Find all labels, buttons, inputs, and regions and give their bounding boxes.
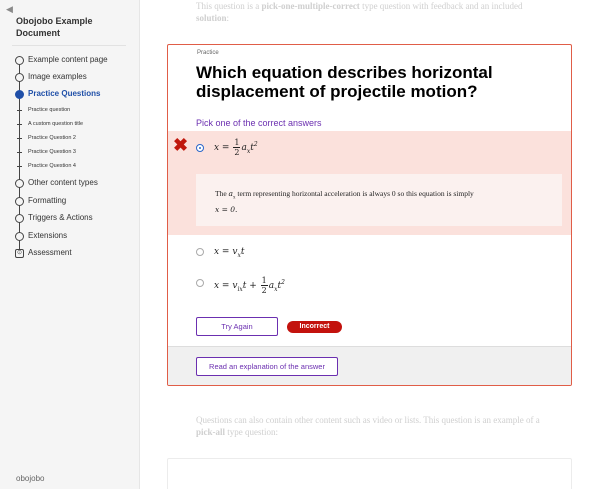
- obojobo-logo: obojobo: [16, 474, 45, 483]
- sidebar-item-label: Extensions: [28, 231, 68, 240]
- question-card: Practice Which equation describes horizo…: [167, 44, 572, 386]
- sidebar-subitem-label: Practice Question 2: [28, 135, 76, 141]
- sidebar-subitem-label: A custom question title: [28, 121, 84, 127]
- answer-feedback: The ax term representing horizontal acce…: [196, 174, 562, 226]
- sidebar-item-label: Image examples: [28, 72, 87, 81]
- feedback-text: The ax term representing horizontal acce…: [215, 189, 474, 214]
- practice-label: Practice: [197, 50, 219, 56]
- sidebar-item-image-examples[interactable]: Image examples: [0, 69, 140, 86]
- sidebar-subitem-label: Practice Question 4: [28, 163, 76, 169]
- sidebar-subitem-custom-question-title[interactable]: A custom question title: [0, 118, 140, 132]
- sidebar-item-label: Triggers & Actions: [28, 213, 93, 222]
- tick-mark: [17, 166, 22, 167]
- circle-icon: [15, 56, 24, 65]
- answer-equation: x = vxt: [214, 247, 245, 259]
- document-title: Obojobo Example Document: [16, 16, 93, 38]
- sidebar-item-label: Assessment: [28, 248, 72, 257]
- sidebar-item-other-content-types[interactable]: Other content types: [0, 175, 140, 192]
- answer-choice-selected[interactable]: ✖ x = 1 2 axt2 The ax term representing ho…: [168, 131, 571, 235]
- next-paragraph: Questions can also contain other content…: [196, 415, 540, 437]
- tick-mark: [17, 124, 22, 125]
- explanation-section: Read an explanation of the answer: [168, 346, 571, 385]
- incorrect-x-icon: ✖: [173, 135, 189, 155]
- circle-icon: [15, 179, 24, 188]
- read-explanation-button[interactable]: Read an explanation of the answer: [196, 357, 338, 376]
- sidebar-item-label: Formatting: [28, 196, 67, 205]
- tick-mark: [17, 152, 22, 153]
- circle-icon: [15, 232, 24, 241]
- circle-icon: [15, 214, 24, 223]
- radio-button-selected[interactable]: [196, 144, 204, 152]
- sidebar-subitem-practice-question-3[interactable]: Practice Question 3: [0, 146, 140, 160]
- answer-equation: x = vixt + 1 2 axt2: [214, 276, 285, 295]
- intro-paragraph: This question is a pick-one-multiple-cor…: [196, 1, 523, 23]
- filled-circle-icon: [15, 90, 24, 99]
- try-again-button[interactable]: Try Again: [196, 317, 278, 336]
- divider: [12, 45, 126, 46]
- radio-button[interactable]: [196, 279, 204, 287]
- sidebar-item-practice-questions[interactable]: Practice Questions: [0, 86, 140, 103]
- circle-icon: [15, 197, 24, 206]
- incorrect-badge: Incorrect: [287, 321, 342, 333]
- sidebar-item-formatting[interactable]: Formatting: [0, 193, 140, 210]
- sidebar-item-label: Example content page: [28, 55, 108, 64]
- sidebar-item-triggers-actions[interactable]: Triggers & Actions: [0, 210, 140, 227]
- question-text: Which equation describes horizontal disp…: [196, 63, 493, 101]
- answer-equation: x = 1 2 axt2: [214, 138, 258, 157]
- assessment-icon: ⊙: [15, 249, 24, 258]
- radio-button[interactable]: [196, 248, 204, 256]
- sidebar-item-assessment[interactable]: ⊙ Assessment: [0, 245, 140, 262]
- sidebar-subitem-label: Practice Question 3: [28, 149, 76, 155]
- sidebar-item-example-content-page[interactable]: Example content page: [0, 52, 140, 69]
- sidebar-subitem-practice-question[interactable]: Practice question: [0, 104, 140, 118]
- sidebar: ◀ Obojobo Example Document Example conte…: [0, 0, 140, 489]
- answer-choice[interactable]: x = vxt: [168, 237, 571, 265]
- sidebar-item-label: Practice Questions: [28, 89, 101, 98]
- next-question-card: [167, 458, 572, 489]
- tick-mark: [17, 138, 22, 139]
- sidebar-item-extensions[interactable]: Extensions: [0, 228, 140, 245]
- sidebar-subitem-practice-question-4[interactable]: Practice Question 4: [0, 160, 140, 174]
- question-instructions: Pick one of the correct answers: [196, 118, 322, 128]
- sidebar-subitem-practice-question-2[interactable]: Practice Question 2: [0, 132, 140, 146]
- sidebar-item-label: Other content types: [28, 178, 98, 187]
- tick-mark: [17, 110, 22, 111]
- collapse-sidebar-icon[interactable]: ◀: [6, 4, 13, 15]
- circle-icon: [15, 73, 24, 82]
- sidebar-subitem-label: Practice question: [28, 107, 71, 113]
- answer-choice[interactable]: x = vixt + 1 2 axt2: [168, 270, 571, 306]
